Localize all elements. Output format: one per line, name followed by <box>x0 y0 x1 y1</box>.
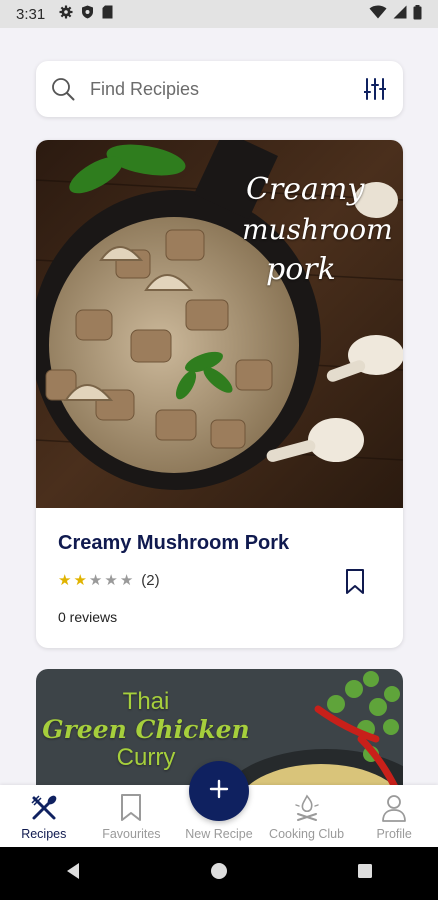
recipe-card[interactable]: Creamy mushroom pork Creamy Mushroom Por… <box>36 140 403 648</box>
recipe-image-caption: Thai Green Chicken Curry <box>36 689 256 771</box>
caption-line: pork <box>266 252 336 287</box>
nav-label: New Recipe <box>185 827 253 841</box>
system-nav-bar <box>0 847 438 900</box>
search-icon[interactable] <box>50 76 76 102</box>
bookmark-icon[interactable] <box>343 568 367 596</box>
battery-icon <box>413 4 422 24</box>
nav-item-favourites[interactable]: Favourites <box>88 785 176 847</box>
nav-label: Favourites <box>102 827 161 841</box>
nav-label: Profile <box>376 827 412 841</box>
bookmark-icon <box>116 793 146 823</box>
review-count: 0 reviews <box>58 609 118 625</box>
campfire-icon <box>292 793 322 823</box>
nav-label: Recipes <box>21 827 67 841</box>
rating-count: (2) <box>141 572 160 589</box>
nav-label: Cooking Club <box>269 827 345 841</box>
star-filled-icon: ★ <box>73 572 87 589</box>
caption-line: Thai <box>122 688 170 715</box>
recipe-image-caption: Creamy mushroom pork <box>242 170 396 290</box>
nav-item-cooking-club[interactable]: Cooking Club <box>263 785 351 847</box>
star-filled-icon: ★ <box>58 572 72 589</box>
search-bar <box>36 61 403 117</box>
utensils-icon <box>29 793 59 823</box>
home-icon[interactable] <box>210 862 228 885</box>
wifi-icon <box>369 5 387 23</box>
caption-line: mushroom <box>242 213 393 246</box>
status-time: 3:31 <box>16 5 46 23</box>
settings-icon <box>59 5 73 23</box>
star-empty-icon: ★ <box>119 572 134 589</box>
sd-card-icon <box>102 5 113 23</box>
nav-item-recipes[interactable]: Recipes <box>0 785 88 847</box>
signal-icon <box>393 5 407 23</box>
search-input[interactable] <box>90 78 361 100</box>
nav-item-profile[interactable]: Profile <box>350 785 438 847</box>
star-empty-icon: ★ <box>88 572 103 589</box>
person-icon <box>379 793 409 823</box>
new-recipe-button[interactable] <box>189 761 249 821</box>
caption-line: Green Chicken <box>42 715 250 744</box>
shield-icon <box>81 5 94 23</box>
star-empty-icon: ★ <box>104 572 118 589</box>
recipe-title[interactable]: Creamy Mushroom Pork <box>58 532 289 555</box>
recents-icon[interactable] <box>356 862 374 885</box>
plus-icon <box>209 779 229 804</box>
back-icon[interactable] <box>64 862 82 885</box>
filter-sliders-icon[interactable] <box>361 75 389 103</box>
status-bar: 3:31 <box>0 0 438 28</box>
caption-line: Creamy <box>246 172 365 207</box>
star-rating: ★ ★ ★ ★ ★ (2) <box>58 572 160 589</box>
